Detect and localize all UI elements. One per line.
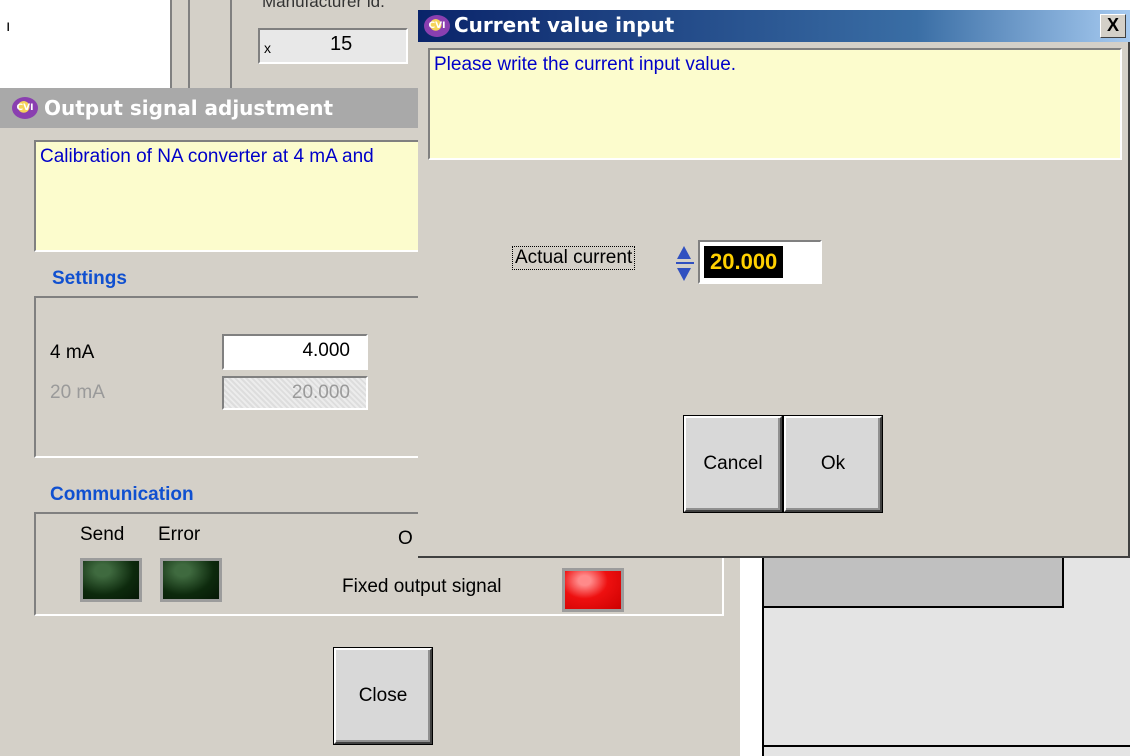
background-divider [764, 745, 1130, 747]
cancel-button[interactable]: Cancel [683, 415, 783, 513]
spinner-divider [676, 262, 694, 264]
field-prefix: x [264, 40, 271, 56]
send-led-indicator [80, 558, 142, 602]
current-message-box: Please write the current input value. [428, 48, 1122, 160]
setting-4ma-input[interactable]: 4.000 [222, 334, 368, 370]
setting-20ma-input: 20.000 [222, 376, 368, 410]
close-button[interactable]: Close [333, 647, 433, 745]
manufacturer-id-value: 15 [330, 33, 353, 55]
cvi-logo-icon: CVI [424, 15, 450, 37]
background-divider [188, 0, 190, 100]
actual-current-input[interactable]: 20.000 [698, 240, 822, 284]
background-glyph: ı [6, 18, 11, 35]
spin-down-icon[interactable] [677, 268, 691, 281]
output-window-title: Output signal adjustment [44, 96, 334, 120]
partial-label: O [398, 528, 413, 549]
settings-heading: Settings [52, 268, 127, 289]
spin-up-icon[interactable] [677, 246, 691, 259]
fixed-output-led-indicator [562, 568, 624, 612]
current-dialog-title: Current value input [454, 13, 675, 37]
communication-heading: Communication [50, 484, 194, 505]
cvi-logo-icon: CVI [12, 97, 38, 119]
background-divider [230, 0, 232, 100]
ok-button[interactable]: Ok [783, 415, 883, 513]
close-icon[interactable]: X [1100, 14, 1126, 38]
actual-current-label: Actual current [512, 246, 636, 270]
error-led-indicator [160, 558, 222, 602]
actual-current-value: 20.000 [704, 246, 784, 278]
setting-4ma-label: 4 mA [50, 342, 95, 363]
send-label: Send [80, 524, 125, 545]
manufacturer-id-label: Manufacturer id. [262, 0, 385, 11]
manufacturer-id-field[interactable]: x 15 [258, 28, 408, 64]
fixed-output-label: Fixed output signal [342, 576, 502, 597]
spinner-arrows-icon[interactable] [675, 242, 695, 286]
background-bar [764, 558, 1064, 608]
output-message-box: Calibration of NA converter at 4 mA and [34, 140, 434, 252]
setting-20ma-label: 20 mA [50, 382, 105, 403]
current-dialog-titlebar[interactable]: CVI Current value input X [418, 10, 1130, 42]
error-label: Error [158, 524, 201, 545]
output-message-text: Calibration of NA converter at 4 mA and [40, 146, 374, 167]
current-message-text: Please write the current input value. [434, 54, 737, 75]
